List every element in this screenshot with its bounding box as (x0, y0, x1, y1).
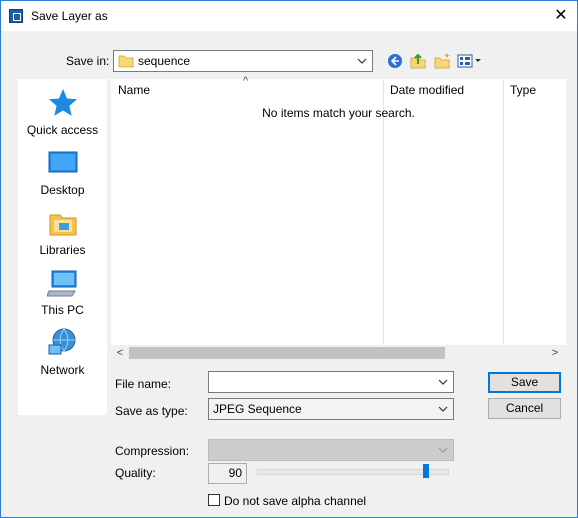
save-in-label: Save in: (66, 54, 110, 68)
scroll-right-icon[interactable]: > (548, 346, 562, 360)
empty-message: No items match your search. (262, 106, 415, 120)
quality-label: Quality: (115, 466, 156, 480)
scrollbar-thumb[interactable] (129, 347, 445, 359)
alpha-checkbox-label[interactable]: Do not save alpha channel (224, 494, 366, 508)
sidebar-item-quick-access[interactable]: Quick access (18, 87, 107, 137)
new-folder-icon[interactable] (434, 52, 451, 69)
file-name-field[interactable] (208, 371, 454, 393)
sidebar-item-label: Network (40, 363, 85, 377)
chevron-down-icon (437, 444, 449, 456)
close-button[interactable]: ✕ (549, 4, 573, 28)
alpha-checkbox[interactable] (208, 494, 220, 506)
sidebar-item-label: Libraries (39, 243, 86, 257)
save-as-type-label: Save as type: (115, 404, 188, 418)
sidebar-item-this-pc[interactable]: This PC (18, 267, 107, 317)
sidebar-item-label: Quick access (26, 123, 99, 137)
save-in-value: sequence (138, 54, 191, 68)
chevron-down-icon (437, 403, 449, 415)
folder-icon (118, 53, 134, 69)
sidebar-item-network[interactable]: Network (18, 327, 107, 377)
compression-label: Compression: (115, 444, 190, 458)
chevron-down-icon[interactable] (437, 376, 449, 388)
column-header-type[interactable]: Type (510, 83, 536, 97)
desktop-icon (47, 147, 79, 179)
save-as-type-value: JPEG Sequence (213, 402, 302, 416)
quality-value[interactable]: 90 (208, 463, 247, 484)
cancel-button[interactable]: Cancel (488, 398, 561, 419)
sidebar-item-desktop[interactable]: Desktop (18, 147, 107, 197)
column-header-name[interactable]: Name (118, 83, 150, 97)
sidebar-item-label: This PC (41, 303, 84, 317)
quality-slider-thumb[interactable] (423, 464, 429, 478)
star-icon (47, 87, 79, 119)
window-title: Save Layer as (31, 9, 108, 23)
sidebar-item-libraries[interactable]: Libraries (18, 207, 107, 257)
title-bar: Save Layer as ✕ (1, 1, 577, 31)
app-icon (9, 9, 23, 23)
chevron-down-icon (356, 55, 368, 67)
save-dialog: Save Layer as ✕ Save in: sequence Quick … (0, 0, 578, 518)
sort-indicator: ^ (243, 75, 249, 87)
save-in-dropdown[interactable]: sequence (113, 50, 373, 72)
places-sidebar: Quick access Desktop Libraries This PC N… (18, 79, 107, 415)
libraries-icon (47, 207, 79, 239)
sidebar-item-label: Desktop (40, 183, 85, 197)
quality-slider-track[interactable] (257, 469, 449, 475)
scroll-left-icon[interactable]: < (113, 346, 127, 360)
computer-icon (45, 267, 79, 299)
up-folder-icon[interactable] (410, 52, 426, 69)
save-as-type-dropdown[interactable]: JPEG Sequence (208, 398, 454, 420)
network-icon (47, 327, 79, 359)
back-arrow-icon[interactable] (387, 53, 403, 69)
horizontal-scrollbar[interactable]: < > (111, 345, 566, 361)
save-button[interactable]: Save (488, 372, 561, 393)
compression-dropdown (208, 439, 454, 461)
column-header-date-modified[interactable]: Date modified (390, 83, 464, 97)
file-name-label: File name: (115, 377, 172, 391)
file-list[interactable]: ^ Name Date modified Type No items match… (111, 75, 566, 361)
view-menu-icon[interactable] (457, 53, 483, 69)
